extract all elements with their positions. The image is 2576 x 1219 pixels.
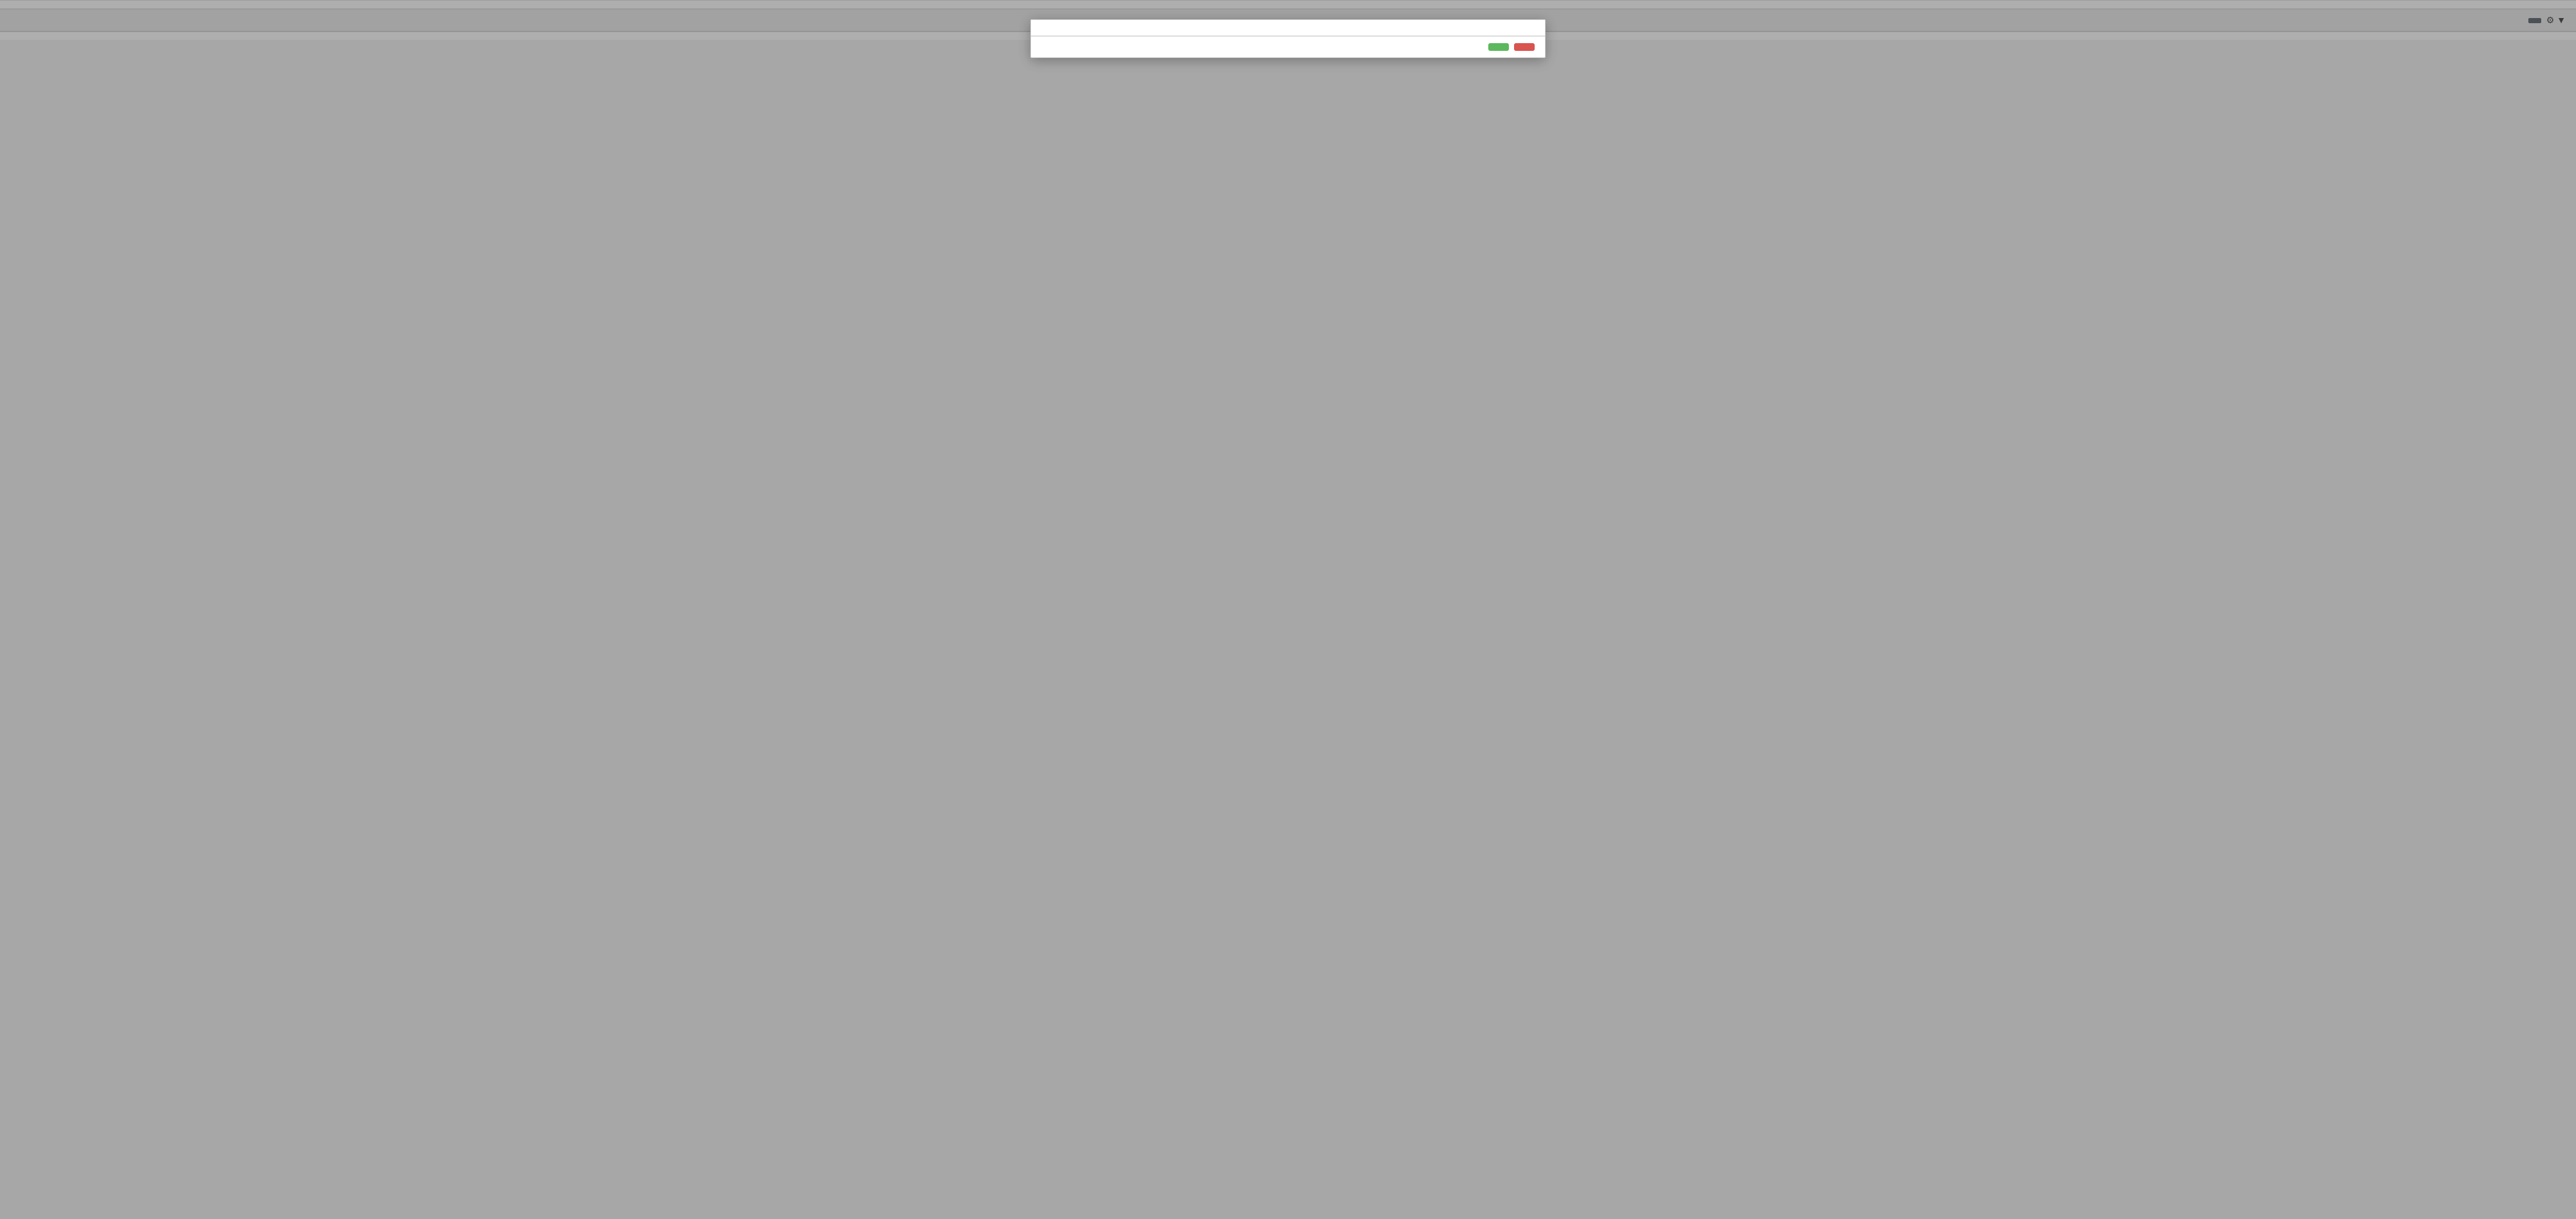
modal-footer bbox=[1031, 36, 1545, 57]
complete-workflow-modal bbox=[1030, 19, 1546, 58]
modal-header bbox=[1031, 20, 1545, 36]
submit-button[interactable] bbox=[1488, 43, 1509, 51]
modal-overlay bbox=[0, 0, 2576, 1219]
close-button[interactable] bbox=[1514, 43, 1535, 51]
